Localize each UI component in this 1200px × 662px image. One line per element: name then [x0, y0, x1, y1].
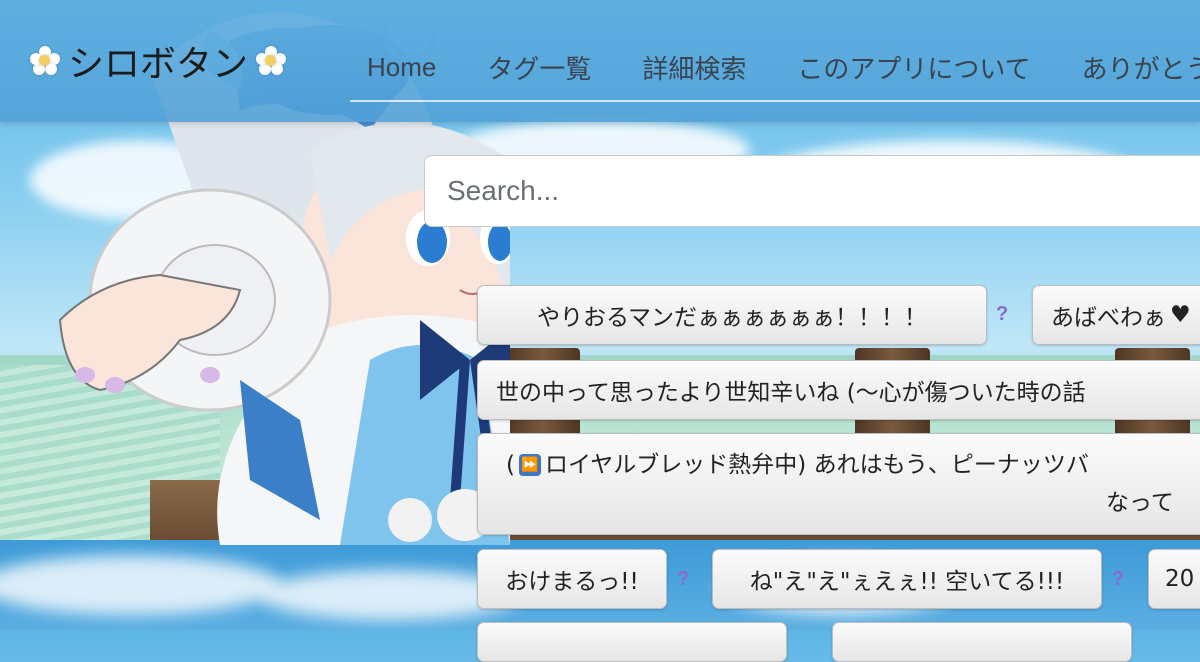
voice-button[interactable]: おけまるっ!!	[477, 549, 667, 609]
search-input[interactable]	[424, 155, 1200, 227]
nav-advanced-search[interactable]: 詳細検索	[625, 49, 746, 90]
voice-button[interactable]: 世の中って思ったより世知辛いね (〜心が傷ついた時の話	[477, 360, 1200, 420]
voice-button[interactable]	[832, 622, 1132, 662]
fast-forward-icon: ⏩	[518, 454, 541, 476]
top-navbar: シロボタン Home タグ一覧 詳細検索 このアプリについて ありがとう	[0, 0, 1200, 122]
flower-icon	[256, 46, 287, 76]
voice-button[interactable]: 20	[1148, 549, 1200, 609]
voice-button[interactable]	[477, 622, 787, 662]
voice-button-label: あばべわぁ	[1051, 305, 1166, 331]
voice-button-line: なって	[506, 484, 1174, 522]
nav-home[interactable]: Home	[350, 52, 436, 87]
help-icon[interactable]: ?	[1112, 568, 1124, 591]
nav-tags[interactable]: タグ一覧	[470, 49, 591, 90]
flower-icon	[30, 46, 60, 76]
voice-button[interactable]: やりおるマンだぁぁぁぁぁぁ！！！！	[477, 285, 987, 345]
nav-about[interactable]: このアプリについて	[780, 49, 1030, 90]
nav-thanks[interactable]: ありがとう	[1065, 49, 1200, 90]
brand-link[interactable]: シロボタン	[30, 36, 287, 86]
voice-button-label: なって	[1106, 490, 1174, 516]
voice-button[interactable]: ね"え"え"ぇえぇ!! 空いてる!!!	[712, 549, 1102, 609]
voice-button[interactable]: (⏩ ロイヤルブレッド熱弁中) あれはもう、ピーナッツバ なって	[477, 433, 1200, 535]
paren: (	[506, 452, 515, 478]
main-nav: Home タグ一覧 詳細検索 このアプリについて ありがとう	[350, 38, 1200, 102]
voice-button[interactable]: あばべわぁ ♥	[1032, 285, 1200, 345]
help-icon[interactable]: ?	[996, 303, 1008, 326]
brand-title: シロボタン	[68, 44, 249, 85]
voice-button-label: ロイヤルブレッド熱弁中) あれはもう、ピーナッツバ	[544, 452, 1089, 478]
voice-button-line: (⏩ ロイヤルブレッド熱弁中) あれはもう、ピーナッツバ	[506, 446, 1089, 484]
help-icon[interactable]: ?	[677, 568, 689, 591]
heart-icon: ♥	[1170, 302, 1191, 328]
